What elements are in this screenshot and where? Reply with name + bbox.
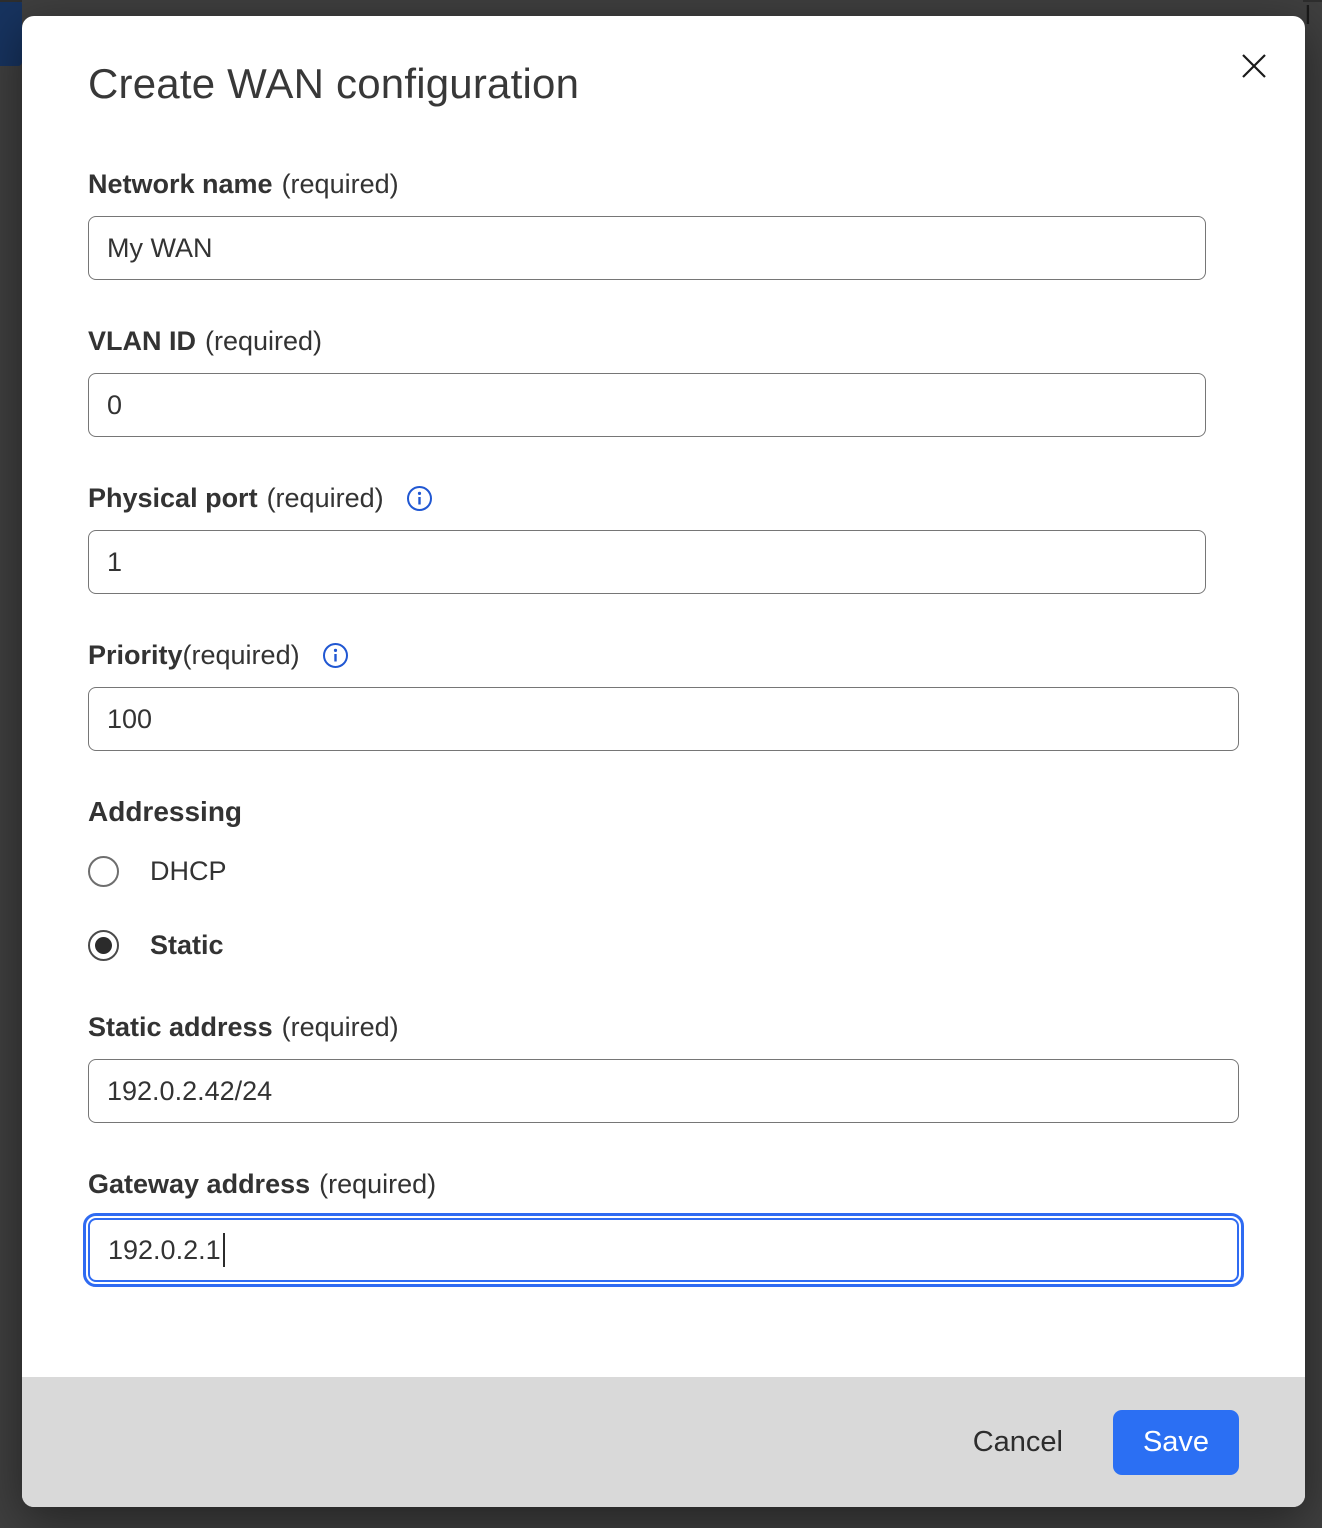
physical-port-input[interactable] (88, 530, 1206, 594)
radio-label-static: Static (150, 930, 224, 961)
radio-label-dhcp: DHCP (150, 856, 227, 887)
field-vlan-id: VLAN ID (required) (88, 325, 1239, 437)
info-icon[interactable] (406, 485, 433, 512)
static-address-input[interactable] (88, 1059, 1239, 1123)
radio-option-static[interactable]: Static (88, 928, 1239, 962)
save-button[interactable]: Save (1113, 1410, 1239, 1475)
static-address-label: Static address (required) (88, 1011, 1239, 1043)
field-network-name: Network name (required) (88, 168, 1239, 280)
field-physical-port: Physical port (required) (88, 482, 1239, 594)
close-button[interactable] (1237, 50, 1271, 84)
background-button-fragment (0, 0, 22, 66)
dialog-footer: Cancel Save (22, 1377, 1305, 1507)
create-wan-configuration-dialog: Create WAN configuration Network name (r… (22, 16, 1305, 1507)
radio-selected-icon (88, 930, 119, 961)
gateway-address-input[interactable]: 192.0.2.1 (88, 1218, 1239, 1282)
background-divider (0, 0, 22, 2)
cancel-button[interactable]: Cancel (973, 1426, 1063, 1459)
text-cursor (223, 1233, 225, 1267)
network-name-input[interactable] (88, 216, 1206, 280)
radio-option-dhcp[interactable]: DHCP (88, 854, 1239, 888)
vlan-id-label: VLAN ID (required) (88, 325, 1239, 357)
gateway-address-label: Gateway address (required) (88, 1168, 1239, 1200)
field-priority: Priority (required) (88, 639, 1239, 751)
info-icon[interactable] (322, 642, 349, 669)
background-divider (1303, 0, 1322, 2)
priority-input[interactable] (88, 687, 1239, 751)
network-name-label: Network name (required) (88, 168, 1239, 200)
background-page-fragment: l (1305, 0, 1322, 26)
radio-unselected-icon (88, 856, 119, 887)
vlan-id-input[interactable] (88, 373, 1206, 437)
addressing-heading: Addressing (88, 796, 1239, 828)
dialog-title: Create WAN configuration (88, 60, 1239, 108)
field-static-address: Static address (required) (88, 1011, 1239, 1123)
field-gateway-address: Gateway address (required) 192.0.2.1 (88, 1168, 1239, 1282)
priority-label: Priority (required) (88, 639, 1239, 671)
physical-port-label: Physical port (required) (88, 482, 1239, 514)
close-icon (1239, 51, 1269, 84)
